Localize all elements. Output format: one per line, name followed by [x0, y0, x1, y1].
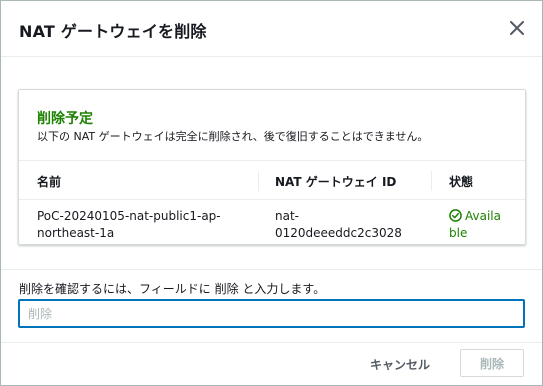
- section-divider: [1, 269, 542, 270]
- close-button[interactable]: [506, 17, 528, 39]
- gateway-id-line2: 0120deeeddc2c3028: [275, 226, 402, 240]
- gateway-id-line1: nat-: [275, 209, 299, 223]
- column-header-name: 名前: [37, 175, 62, 189]
- cancel-button[interactable]: キャンセル: [357, 351, 443, 377]
- column-header-status: 状態: [449, 175, 474, 189]
- notice-heading: 削除予定: [37, 111, 93, 127]
- column-divider: [431, 171, 432, 191]
- delete-button[interactable]: 削除: [460, 349, 524, 377]
- delete-nat-gateway-dialog: NAT ゲートウェイを削除 削除予定 以下の NAT ゲートウェイは完全に削除さ…: [0, 0, 543, 386]
- column-header-id: NAT ゲートウェイ ID: [275, 175, 397, 189]
- dialog-title: NAT ゲートウェイを削除: [19, 22, 207, 41]
- check-circle-icon: [449, 209, 462, 222]
- gateway-name-line1: PoC-20240105-nat-public1-ap-: [37, 209, 221, 223]
- confirm-label: 削除を確認するには、フィールドに 削除 と入力します。: [19, 282, 326, 296]
- close-icon: [510, 21, 524, 35]
- table-header: 名前 NAT ゲートウェイ ID 状態: [19, 160, 525, 200]
- deletion-notice-container: 削除予定 以下の NAT ゲートウェイは完全に削除され、後で復旧することはできま…: [18, 89, 526, 245]
- status-cell: Availa ble: [449, 208, 511, 242]
- footer-divider: [1, 342, 542, 343]
- column-divider: [258, 171, 259, 191]
- dialog-header: NAT ゲートウェイを削除: [1, 1, 542, 57]
- status-text-line1: Availa: [465, 209, 501, 223]
- gateway-id-cell: nat- 0120deeeddc2c3028: [275, 208, 425, 242]
- confirm-delete-input[interactable]: [18, 299, 525, 328]
- status-text-line2: ble: [449, 226, 468, 240]
- gateway-name-cell: PoC-20240105-nat-public1-ap- northeast-1…: [37, 208, 252, 242]
- notice-description: 以下の NAT ゲートウェイは完全に削除され、後で復旧することはできません。: [37, 130, 429, 143]
- gateway-name-line2: northeast-1a: [37, 226, 115, 240]
